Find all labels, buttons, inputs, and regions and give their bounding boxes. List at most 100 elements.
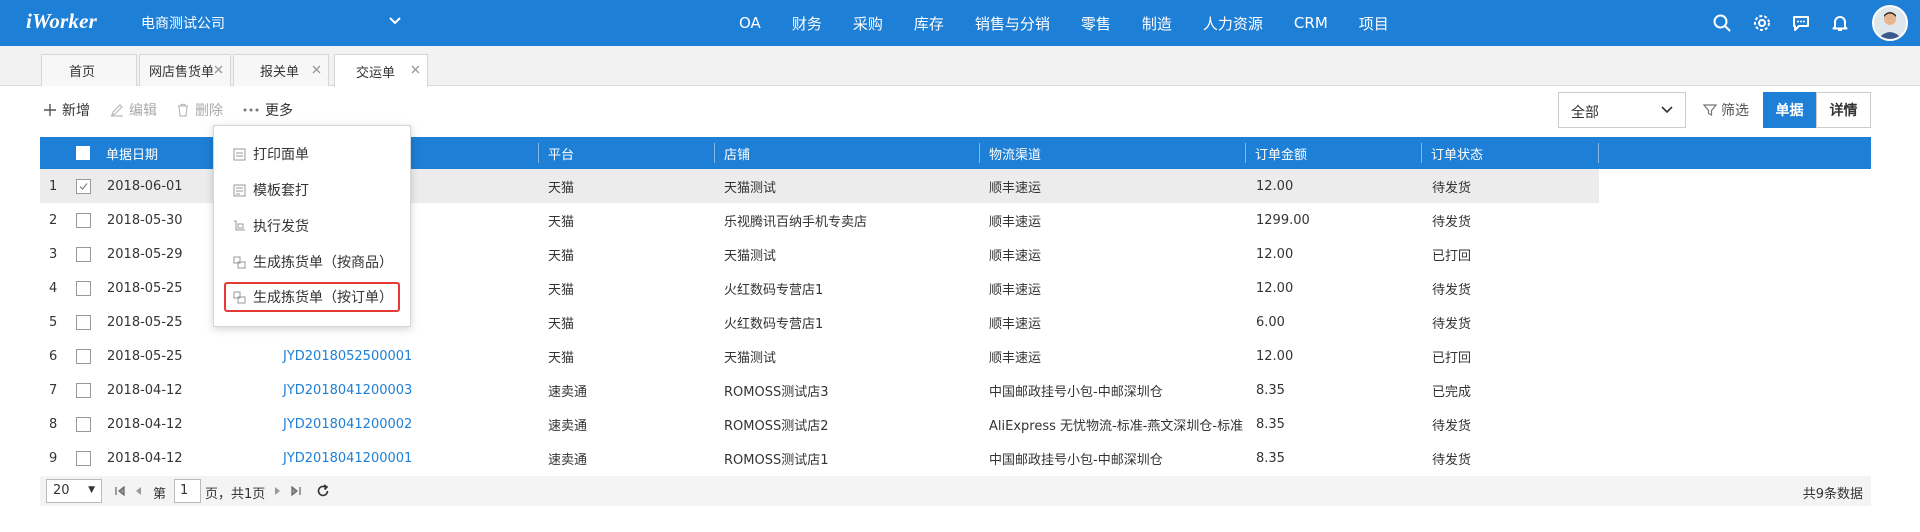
row-checkbox[interactable]: [76, 349, 91, 364]
more-dropdown-menu: 打印面单 模板套打 执行发货 生成拣货单（按商品） 生成拣货单（按订单）: [213, 125, 411, 327]
table-row[interactable]: 9 2018-04-12 JYD2018041200001 速卖通 ROMOSS…: [40, 441, 1871, 475]
cell-logistics: 顺丰速运: [989, 282, 1042, 298]
more-button[interactable]: 更多: [242, 100, 293, 120]
status-filter-select[interactable]: 全部: [1558, 92, 1686, 128]
chevron-down-icon[interactable]: [388, 14, 402, 28]
table-row[interactable]: 7 2018-04-12 JYD2018041200003 速卖通 ROMOSS…: [40, 373, 1871, 407]
column-header-logistics[interactable]: 物流渠道: [989, 137, 1041, 169]
column-header-platform[interactable]: 平台: [548, 137, 574, 169]
table-row[interactable]: 8 2018-04-12 JYD2018041200002 速卖通 ROMOSS…: [40, 407, 1871, 441]
tab-shipment[interactable]: 交运单: [334, 54, 428, 87]
nav-item-retail[interactable]: 零售: [1081, 13, 1111, 34]
refresh-icon[interactable]: [316, 484, 330, 498]
row-number: 7: [49, 382, 58, 398]
menu-item-pick-list-by-order[interactable]: 生成拣货单（按订单）: [224, 282, 400, 312]
tab-home[interactable]: 首页: [41, 54, 137, 86]
view-docs-button[interactable]: 单据: [1763, 92, 1816, 128]
cell-shop: 天猫测试: [724, 248, 777, 264]
menu-item-execute-shipment[interactable]: 执行发货: [232, 214, 309, 238]
row-checkbox[interactable]: [76, 417, 91, 432]
cell-shop: ROMOSS测试店1: [724, 452, 829, 468]
nav-item-inventory[interactable]: 库存: [914, 13, 944, 34]
search-icon[interactable]: [1712, 13, 1732, 33]
row-checkbox[interactable]: [76, 281, 91, 296]
row-checkbox[interactable]: [76, 451, 91, 466]
row-checkbox[interactable]: [76, 247, 91, 262]
menu-item-pick-list-by-product[interactable]: 生成拣货单（按商品）: [232, 250, 393, 274]
cell-shop: 天猫测试: [724, 350, 777, 366]
chevron-down-icon: [1661, 106, 1673, 114]
prev-page-icon[interactable]: [132, 485, 144, 497]
page-size-select[interactable]: 20 ▼: [46, 479, 102, 503]
company-name[interactable]: 电商测试公司: [141, 13, 225, 33]
row-checkbox[interactable]: [76, 315, 91, 330]
close-icon[interactable]: [311, 64, 322, 75]
last-page-icon[interactable]: [290, 485, 302, 497]
column-header-date[interactable]: 单据日期: [106, 137, 158, 169]
column-divider: [538, 143, 539, 163]
first-page-icon[interactable]: [114, 485, 126, 497]
cell-platform: 速卖通: [548, 452, 588, 468]
delete-button[interactable]: 删除: [176, 100, 223, 120]
menu-item-label: 执行发货: [253, 219, 309, 235]
tab-online-store-sales[interactable]: 网店售货单: [139, 54, 231, 86]
cell-amount: 8.35: [1256, 416, 1285, 432]
column-header-status[interactable]: 订单状态: [1431, 137, 1483, 169]
tab-customs-declaration[interactable]: 报关单: [233, 54, 329, 86]
next-page-icon[interactable]: [272, 485, 284, 497]
row-number: 3: [49, 246, 58, 262]
pick-list-icon: [233, 256, 246, 268]
nav-item-finance[interactable]: 财务: [792, 13, 822, 34]
cell-logistics: 顺丰速运: [989, 180, 1042, 196]
close-icon[interactable]: [410, 64, 421, 75]
edit-button-label: 编辑: [129, 103, 157, 119]
cell-doc-number[interactable]: JYD2018041200001: [283, 441, 412, 475]
nav-item-manufacturing[interactable]: 制造: [1142, 13, 1172, 34]
select-all-checkbox[interactable]: [76, 146, 90, 160]
row-checkbox[interactable]: [76, 179, 91, 194]
row-checkbox[interactable]: [76, 213, 91, 228]
caret-down-icon: ▼: [88, 485, 95, 495]
cell-amount: 12.00: [1256, 178, 1294, 194]
filter-button[interactable]: 筛选: [1703, 100, 1749, 120]
table-row[interactable]: 6 2018-05-25 JYD2018052500001 天猫 天猫测试 顺丰…: [40, 339, 1871, 373]
view-details-button[interactable]: 详情: [1816, 92, 1871, 128]
cell-platform: 速卖通: [548, 418, 588, 434]
close-icon[interactable]: [213, 64, 224, 75]
avatar[interactable]: [1872, 5, 1908, 41]
column-divider: [979, 143, 980, 163]
page-number-input[interactable]: 1: [174, 479, 201, 503]
nav-item-oa[interactable]: OA: [739, 14, 761, 32]
chat-icon[interactable]: [1791, 13, 1811, 33]
nav-item-hr[interactable]: 人力资源: [1203, 13, 1263, 34]
pick-list-icon: [233, 291, 246, 303]
bell-icon[interactable]: [1830, 13, 1850, 33]
cell-amount: 8.35: [1256, 382, 1285, 398]
cell-doc-number[interactable]: JYD2018041200002: [283, 407, 412, 441]
menu-item-print-waybill[interactable]: 打印面单: [232, 142, 309, 166]
cell-status: 待发货: [1432, 452, 1472, 468]
cell-doc-number[interactable]: JYD2018052500001: [283, 339, 412, 373]
cell-status: 待发货: [1432, 418, 1472, 434]
nav-item-purchase[interactable]: 采购: [853, 13, 883, 34]
column-header-shop[interactable]: 店铺: [724, 137, 750, 169]
gear-icon[interactable]: [1752, 13, 1772, 33]
nav-item-sales[interactable]: 销售与分销: [975, 13, 1050, 34]
column-header-amount[interactable]: 订单金额: [1255, 137, 1307, 169]
row-number: 4: [49, 280, 58, 296]
nav-item-project[interactable]: 项目: [1359, 13, 1389, 34]
edit-button[interactable]: 编辑: [110, 100, 157, 120]
pagination-bar: 20 ▼ 第 1 页，共1页 共9条数据: [40, 476, 1871, 506]
row-checkbox[interactable]: [76, 383, 91, 398]
app-logo[interactable]: iWorker: [26, 9, 97, 34]
funnel-icon: [1703, 104, 1717, 116]
menu-item-template-print[interactable]: 模板套打: [232, 178, 309, 202]
cell-status: 已打回: [1432, 248, 1472, 264]
nav-item-crm[interactable]: CRM: [1294, 14, 1328, 32]
add-button[interactable]: 新增: [43, 100, 90, 120]
cell-doc-number[interactable]: JYD2018041200003: [283, 373, 412, 407]
cell-shop: 火红数码专营店1: [724, 282, 824, 298]
cell-date: 2018-05-29: [107, 246, 183, 262]
more-dots-icon: [243, 108, 259, 112]
cell-status: 待发货: [1432, 180, 1472, 196]
